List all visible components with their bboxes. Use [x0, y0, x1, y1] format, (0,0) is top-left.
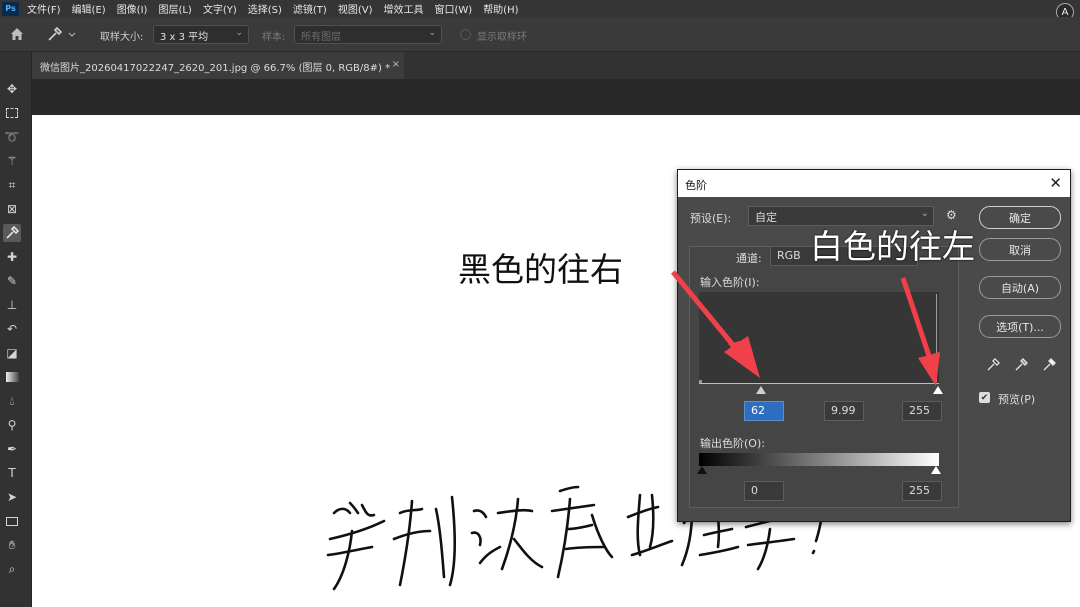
menu-window[interactable]: 窗口(W): [434, 1, 472, 16]
pen-tool-icon[interactable]: ✒: [3, 440, 21, 458]
close-icon[interactable]: ×: [392, 59, 400, 70]
path-selection-tool-icon[interactable]: ➤: [3, 488, 21, 506]
channel-value: RGB: [777, 249, 801, 262]
input-gamma-field[interactable]: 9.99: [824, 401, 864, 421]
blur-tool-icon[interactable]: 💧︎: [3, 392, 21, 410]
menu-select[interactable]: 选择(S): [248, 1, 282, 16]
tools-panel: ✥ ➰ ⚚ ⌗ ⊠ ✚ ✎ ⊥ ↶ ◪ 💧︎ ⚲ ✒ T ➤ ✋︎ ⌕: [0, 52, 32, 607]
show-ring-checkbox[interactable]: [460, 29, 471, 40]
input-black-slider[interactable]: [756, 386, 766, 394]
chevron-down-icon: ⌄: [428, 28, 436, 38]
sample-size-label: 取样大小:: [100, 32, 144, 43]
white-eyedropper-icon[interactable]: [1042, 358, 1056, 376]
input-levels-label: 输入色阶(I):: [700, 276, 760, 289]
auto-button[interactable]: 自动(A): [979, 276, 1061, 299]
gradient-tool-icon[interactable]: [3, 368, 21, 386]
output-levels-label: 输出色阶(O):: [700, 437, 765, 450]
preview-checkbox[interactable]: ✔: [979, 392, 990, 403]
histogram-spike: [699, 380, 702, 383]
dodge-tool-icon[interactable]: ⚲: [3, 416, 21, 434]
ok-button[interactable]: 确定: [979, 206, 1061, 229]
menu-bar: Ps 文件(F) 编辑(E) 图像(I) 图层(L) 文字(Y) 选择(S) 滤…: [0, 0, 1080, 21]
output-black-field[interactable]: 0: [744, 481, 784, 501]
menu-items: 文件(F) 编辑(E) 图像(I) 图层(L) 文字(Y) 选择(S) 滤镜(T…: [27, 1, 530, 16]
zoom-tool-icon[interactable]: ⌕: [3, 560, 21, 578]
annotation-white-left: 白色的往左: [810, 227, 975, 266]
canvas-pasteboard: [32, 79, 1080, 115]
preview-label: 预览(P): [998, 393, 1036, 406]
levels-titlebar[interactable]: 色阶 ✕: [678, 170, 1070, 197]
sample-size-select[interactable]: 3 x 3 平均 ⌄: [153, 25, 249, 44]
document-tab-bar: 微信图片_20260417022247_2620_201.jpg @ 66.7%…: [32, 52, 1080, 79]
menu-view[interactable]: 视图(V): [338, 1, 373, 16]
input-black-field[interactable]: 62: [744, 401, 784, 421]
sample-size-value: 3 x 3 平均: [160, 32, 209, 43]
output-white-field[interactable]: 255: [902, 481, 942, 501]
levels-title: 色阶: [685, 179, 707, 192]
menu-file[interactable]: 文件(F): [27, 1, 61, 16]
cancel-button[interactable]: 取消: [979, 238, 1061, 261]
menu-filter[interactable]: 滤镜(T): [293, 1, 327, 16]
menu-type[interactable]: 文字(Y): [203, 1, 237, 16]
options-bar: 取样大小: 3 x 3 平均 ⌄ 样本: 所有图层 ⌄ 显示取样环: [0, 17, 1080, 52]
brush-tool-icon[interactable]: ✎: [3, 272, 21, 290]
history-brush-tool-icon[interactable]: ↶: [3, 320, 21, 338]
channel-label: 通道:: [736, 252, 762, 265]
output-black-slider[interactable]: [697, 466, 707, 474]
document-tab-title: 微信图片_20260417022247_2620_201.jpg @ 66.7%…: [40, 63, 391, 74]
hand-tool-icon[interactable]: ✋︎: [3, 536, 21, 554]
show-ring-label: 显示取样环: [477, 32, 527, 43]
menu-help[interactable]: 帮助(H): [483, 1, 518, 16]
options-button[interactable]: 选项(T)...: [979, 315, 1061, 338]
input-white-slider[interactable]: [933, 386, 943, 394]
eyedropper-tool-icon[interactable]: [3, 224, 21, 242]
chevron-down-icon: ⌄: [235, 28, 243, 38]
annotation-black-right: 黑色的往右: [458, 250, 623, 289]
menu-image[interactable]: 图像(I): [117, 1, 148, 16]
magic-wand-tool-icon[interactable]: ⚚: [3, 152, 21, 170]
sample-label: 样本:: [262, 32, 286, 43]
home-icon[interactable]: [8, 25, 28, 43]
crop-tool-icon[interactable]: ⌗: [3, 176, 21, 194]
chevron-down-icon: ⌄: [920, 208, 929, 219]
type-tool-icon[interactable]: T: [3, 464, 21, 482]
sample-value: 所有图层: [301, 32, 341, 43]
eraser-tool-icon[interactable]: ◪: [3, 344, 21, 362]
input-white-field[interactable]: 255: [902, 401, 942, 421]
lasso-tool-icon[interactable]: ➰: [3, 128, 21, 146]
sample-select[interactable]: 所有图层 ⌄: [294, 25, 442, 44]
marquee-tool-icon[interactable]: [3, 104, 21, 122]
document-tab[interactable]: 微信图片_20260417022247_2620_201.jpg @ 66.7%…: [32, 52, 404, 79]
stamp-tool-icon[interactable]: ⊥: [3, 296, 21, 314]
close-icon[interactable]: ✕: [1049, 174, 1062, 192]
preset-value: 自定: [755, 211, 777, 224]
output-gradient: [699, 453, 939, 466]
photoshop-logo[interactable]: Ps: [2, 1, 19, 16]
preset-label: 预设(E):: [690, 212, 732, 225]
histogram: [699, 292, 939, 384]
histogram-spike: [936, 294, 937, 382]
menu-plugins[interactable]: 增效工具: [383, 1, 423, 16]
gray-eyedropper-icon[interactable]: [1014, 358, 1028, 376]
menu-edit[interactable]: 编辑(E): [72, 1, 106, 16]
black-eyedropper-icon[interactable]: [986, 358, 1000, 376]
move-tool-icon[interactable]: ✥: [3, 80, 21, 98]
output-white-slider[interactable]: [931, 466, 941, 474]
eyedropper-tool-preset-picker[interactable]: [45, 25, 79, 43]
frame-tool-icon[interactable]: ⊠: [3, 200, 21, 218]
menu-layer[interactable]: 图层(L): [158, 1, 191, 16]
healing-brush-tool-icon[interactable]: ✚: [3, 248, 21, 266]
rectangle-tool-icon[interactable]: [3, 512, 21, 530]
